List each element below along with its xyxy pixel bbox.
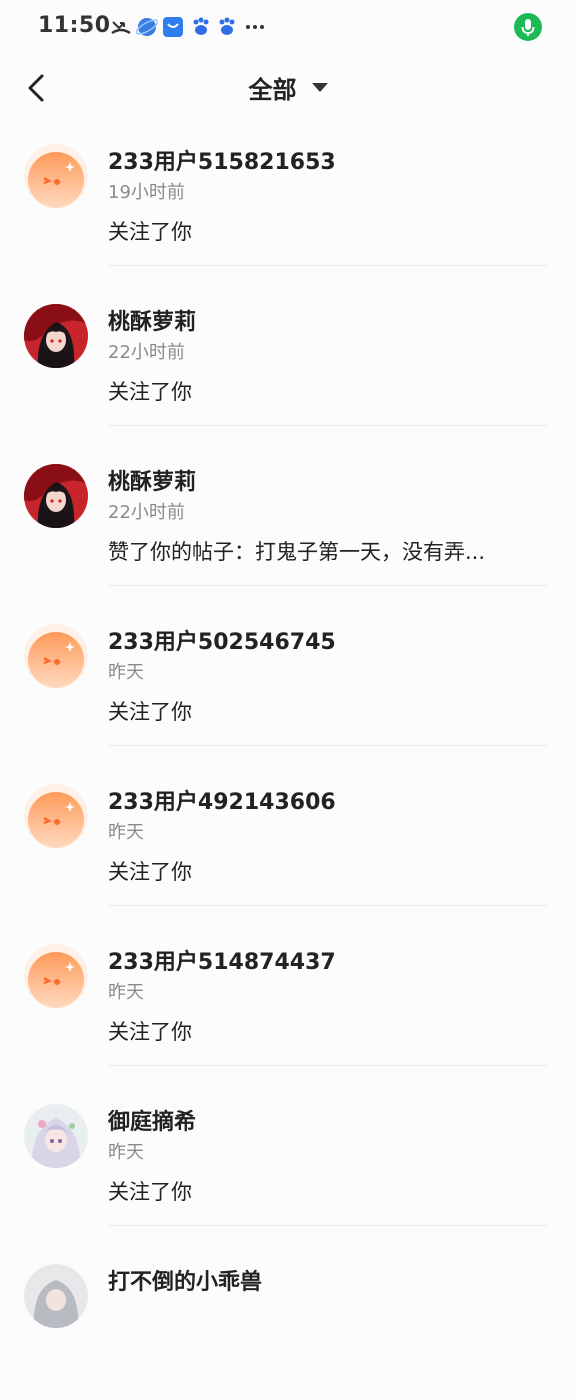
avatar[interactable] xyxy=(24,1104,88,1168)
notification-item[interactable]: 桃酥萝莉 22小时前 赞了你的帖子：打鬼子第一天，没有弄... xyxy=(0,440,576,600)
more-icon xyxy=(246,25,264,29)
avatar[interactable] xyxy=(24,624,88,688)
missed-call-icon xyxy=(111,21,131,35)
divider xyxy=(108,905,548,906)
user-name[interactable]: 233用户502546745 xyxy=(108,624,336,656)
notification-item[interactable]: 233用户515821653 19小时前 关注了你 xyxy=(0,120,576,280)
user-name[interactable]: 桃酥萝莉 xyxy=(108,464,196,496)
user-name[interactable]: 桃酥萝莉 xyxy=(108,304,196,336)
notification-text: 关注了你 xyxy=(108,1180,192,1204)
top-app-bar: 全部 xyxy=(0,56,576,120)
notification-item[interactable]: 打不倒的小乖兽 xyxy=(0,1240,576,1400)
user-name[interactable]: 233用户492143606 xyxy=(108,784,336,816)
notification-text: 关注了你 xyxy=(108,220,192,244)
divider xyxy=(108,1225,548,1226)
divider xyxy=(108,265,548,266)
notification-text: 关注了你 xyxy=(108,380,192,404)
avatar[interactable] xyxy=(24,304,88,368)
mic-icon xyxy=(514,13,542,41)
notification-time: 19小时前 xyxy=(108,182,185,203)
user-name[interactable]: 233用户515821653 xyxy=(108,144,336,176)
avatar[interactable] xyxy=(24,944,88,1008)
notification-list: 233用户515821653 19小时前 关注了你 桃酥萝莉 22小时前 关注了… xyxy=(0,120,576,1400)
notification-time: 昨天 xyxy=(108,822,144,843)
notification-item[interactable]: 桃酥萝莉 22小时前 关注了你 xyxy=(0,280,576,440)
user-name[interactable]: 233用户514874437 xyxy=(108,944,336,976)
divider xyxy=(108,585,548,586)
notification-text: 关注了你 xyxy=(108,700,192,724)
caret-down-icon xyxy=(311,83,328,92)
notification-time: 22小时前 xyxy=(108,502,185,523)
notification-time: 昨天 xyxy=(108,662,144,683)
filter-dropdown[interactable]: 全部 xyxy=(0,70,576,105)
notification-text[interactable]: 赞了你的帖子：打鬼子第一天，没有弄... xyxy=(108,536,485,566)
notification-text: 关注了你 xyxy=(108,1020,192,1044)
notification-item[interactable]: 233用户502546745 昨天 关注了你 xyxy=(0,600,576,760)
user-name[interactable]: 打不倒的小乖兽 xyxy=(108,1264,262,1296)
page-title: 全部 xyxy=(248,76,297,104)
baidu-icon xyxy=(219,17,235,35)
user-name[interactable]: 御庭摘希 xyxy=(108,1104,196,1136)
store-icon xyxy=(163,17,183,37)
notification-time: 昨天 xyxy=(108,1142,144,1163)
browser-icon xyxy=(136,18,158,36)
divider xyxy=(108,745,548,746)
notification-item[interactable]: 233用户514874437 昨天 关注了你 xyxy=(0,920,576,1080)
notification-time: 昨天 xyxy=(108,982,144,1003)
avatar[interactable] xyxy=(24,784,88,848)
divider xyxy=(108,1065,548,1066)
avatar[interactable] xyxy=(24,464,88,528)
notification-item[interactable]: 御庭摘希 昨天 关注了你 xyxy=(0,1080,576,1240)
status-bar: 11:50 xyxy=(0,0,576,56)
notification-text: 关注了你 xyxy=(108,860,192,884)
avatar[interactable] xyxy=(24,1264,88,1328)
avatar[interactable] xyxy=(24,144,88,208)
divider xyxy=(108,425,548,426)
notification-item[interactable]: 233用户492143606 昨天 关注了你 xyxy=(0,760,576,920)
notification-time: 22小时前 xyxy=(108,342,185,363)
baidu-icon xyxy=(193,17,209,35)
status-time: 11:50 xyxy=(38,13,111,38)
